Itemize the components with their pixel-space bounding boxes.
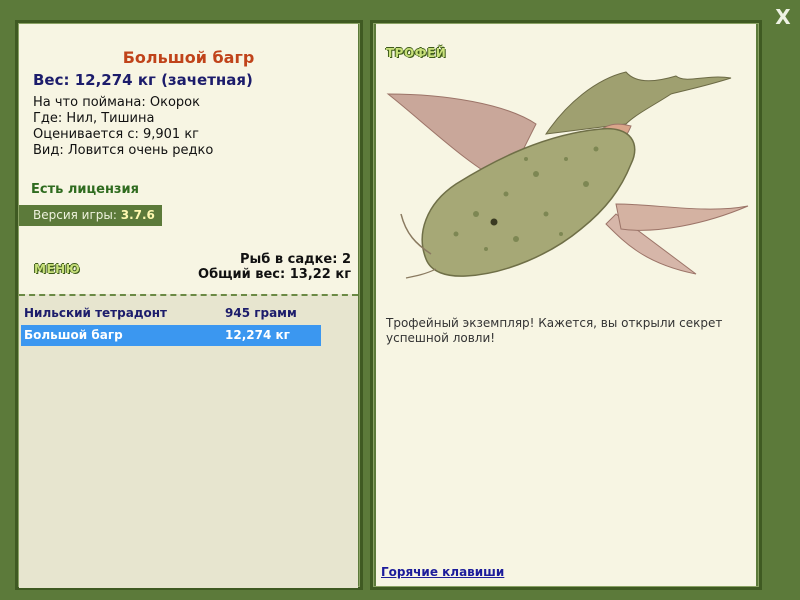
fish-title: Большой багр	[122, 48, 255, 67]
license-status: Есть лицензия	[31, 182, 139, 197]
hotkeys-link[interactable]: Горячие клавиши	[381, 565, 504, 579]
keepnet-row-name: Большой багр	[24, 328, 123, 342]
fish-location: Где: Нил, Тишина	[33, 111, 155, 126]
keepnet-total-weight: Общий вес: 13,22 кг	[198, 267, 351, 282]
fish-value: Оценивается с: 9,901 кг	[33, 127, 200, 142]
fish-weight: Вес: 12,274 кг (зачетная)	[33, 71, 253, 89]
menu-button[interactable]: МЕНЮ	[34, 262, 80, 276]
version-number: 3.7.6	[120, 208, 155, 222]
fish-rarity: Вид: Ловится очень редко	[33, 143, 214, 158]
keepnet-count: Рыб в садке: 2	[239, 252, 351, 267]
close-button[interactable]: X	[772, 6, 794, 28]
keepnet-row-weight: 12,274 кг	[225, 328, 290, 342]
catfish-trophy-image	[386, 71, 749, 279]
fish-bait: На что поймана: Окорок	[33, 95, 200, 110]
keepnet-row-name: Нильский тетрадонт	[24, 306, 167, 320]
game-version: Версия игры: 3.7.6	[19, 205, 162, 226]
keepnet-row-selected[interactable]: Большой багр 12,274 кг	[21, 325, 321, 346]
keepnet-stats: Рыб в садке: 2 Общий вес: 13,22 кг	[198, 252, 351, 282]
keepnet-row[interactable]: Нильский тетрадонт 945 грамм	[21, 303, 321, 324]
trophy-label: ТРОФЕЙ	[386, 46, 447, 60]
keepnet-row-weight: 945 грамм	[225, 306, 297, 320]
version-label: Версия игры:	[33, 208, 121, 222]
trophy-description: Трофейный экземпляр! Кажется, вы открыли…	[386, 316, 723, 345]
